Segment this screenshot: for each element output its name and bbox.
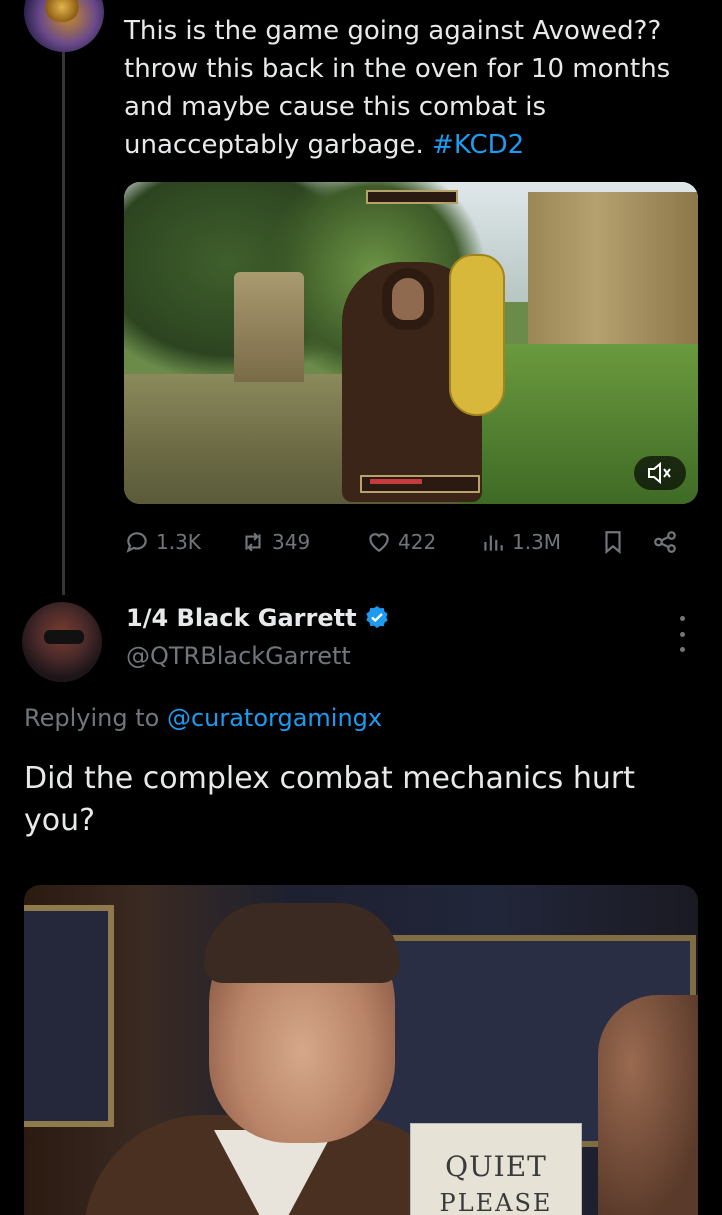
hashtag-link[interactable]: #KCD2 [432, 130, 524, 160]
video-ruin [234, 272, 304, 382]
mute-button[interactable] [634, 456, 686, 490]
thread-line [62, 50, 65, 595]
user-handle[interactable]: @QTRBlackGarrett [126, 642, 351, 670]
quiet-please-sign: QUIET PLEASE [410, 1123, 582, 1215]
tweet-actions: 1.3K 349 422 1.3M [124, 522, 698, 562]
reply-icon [126, 532, 147, 553]
display-name-text: 1/4 Black Garrett [126, 604, 357, 632]
avatar[interactable] [22, 602, 102, 682]
hud-health-bar [370, 479, 422, 484]
replying-to-link[interactable]: @curatorgamingx [167, 704, 382, 732]
views-button[interactable]: 1.3M [480, 522, 561, 562]
sign-line2: PLEASE [439, 1189, 553, 1215]
tweet-text: This is the game going against Avowed?? … [124, 12, 704, 164]
bookmark-icon [605, 531, 621, 555]
dot [679, 631, 685, 637]
reply-count: 1.3K [156, 530, 201, 554]
dot [679, 647, 685, 652]
replying-prefix: Replying to [24, 704, 160, 732]
image-media[interactable]: QUIET PLEASE [24, 885, 698, 1215]
video-character-head [382, 268, 434, 330]
hud-health [360, 475, 480, 493]
verified-badge-icon [365, 606, 388, 628]
share-icon [654, 531, 676, 553]
tweet-body: This is the game going against Avowed?? … [124, 16, 671, 160]
tweet-text: Did the complex combat mechanics hurt yo… [24, 761, 635, 838]
replying-to: Replying to @curatorgamingx [24, 704, 382, 732]
reply-button[interactable]: 1.3K [124, 522, 201, 562]
share-button[interactable] [652, 522, 678, 562]
more-options-icon[interactable] [670, 616, 694, 652]
repost-icon [245, 532, 261, 552]
repost-button[interactable]: 349 [240, 522, 310, 562]
views-icon [484, 535, 503, 551]
like-count: 422 [398, 530, 437, 554]
sign-line1: QUIET [445, 1150, 547, 1183]
repost-count: 349 [272, 530, 311, 554]
man-hair [204, 903, 400, 983]
bookmark-button[interactable] [600, 522, 626, 562]
picture-frame [24, 905, 114, 1127]
avatar[interactable] [24, 0, 104, 52]
video-media[interactable] [124, 182, 698, 504]
heart-icon [369, 533, 389, 552]
dot [679, 616, 685, 621]
hud-compass [366, 190, 458, 204]
video-shield [449, 254, 505, 416]
volume-mute-icon [648, 462, 671, 484]
like-button[interactable]: 422 [366, 522, 436, 562]
display-name[interactable]: 1/4 Black Garrett [126, 604, 389, 632]
other-person [598, 995, 698, 1215]
views-count: 1.3M [512, 530, 562, 554]
